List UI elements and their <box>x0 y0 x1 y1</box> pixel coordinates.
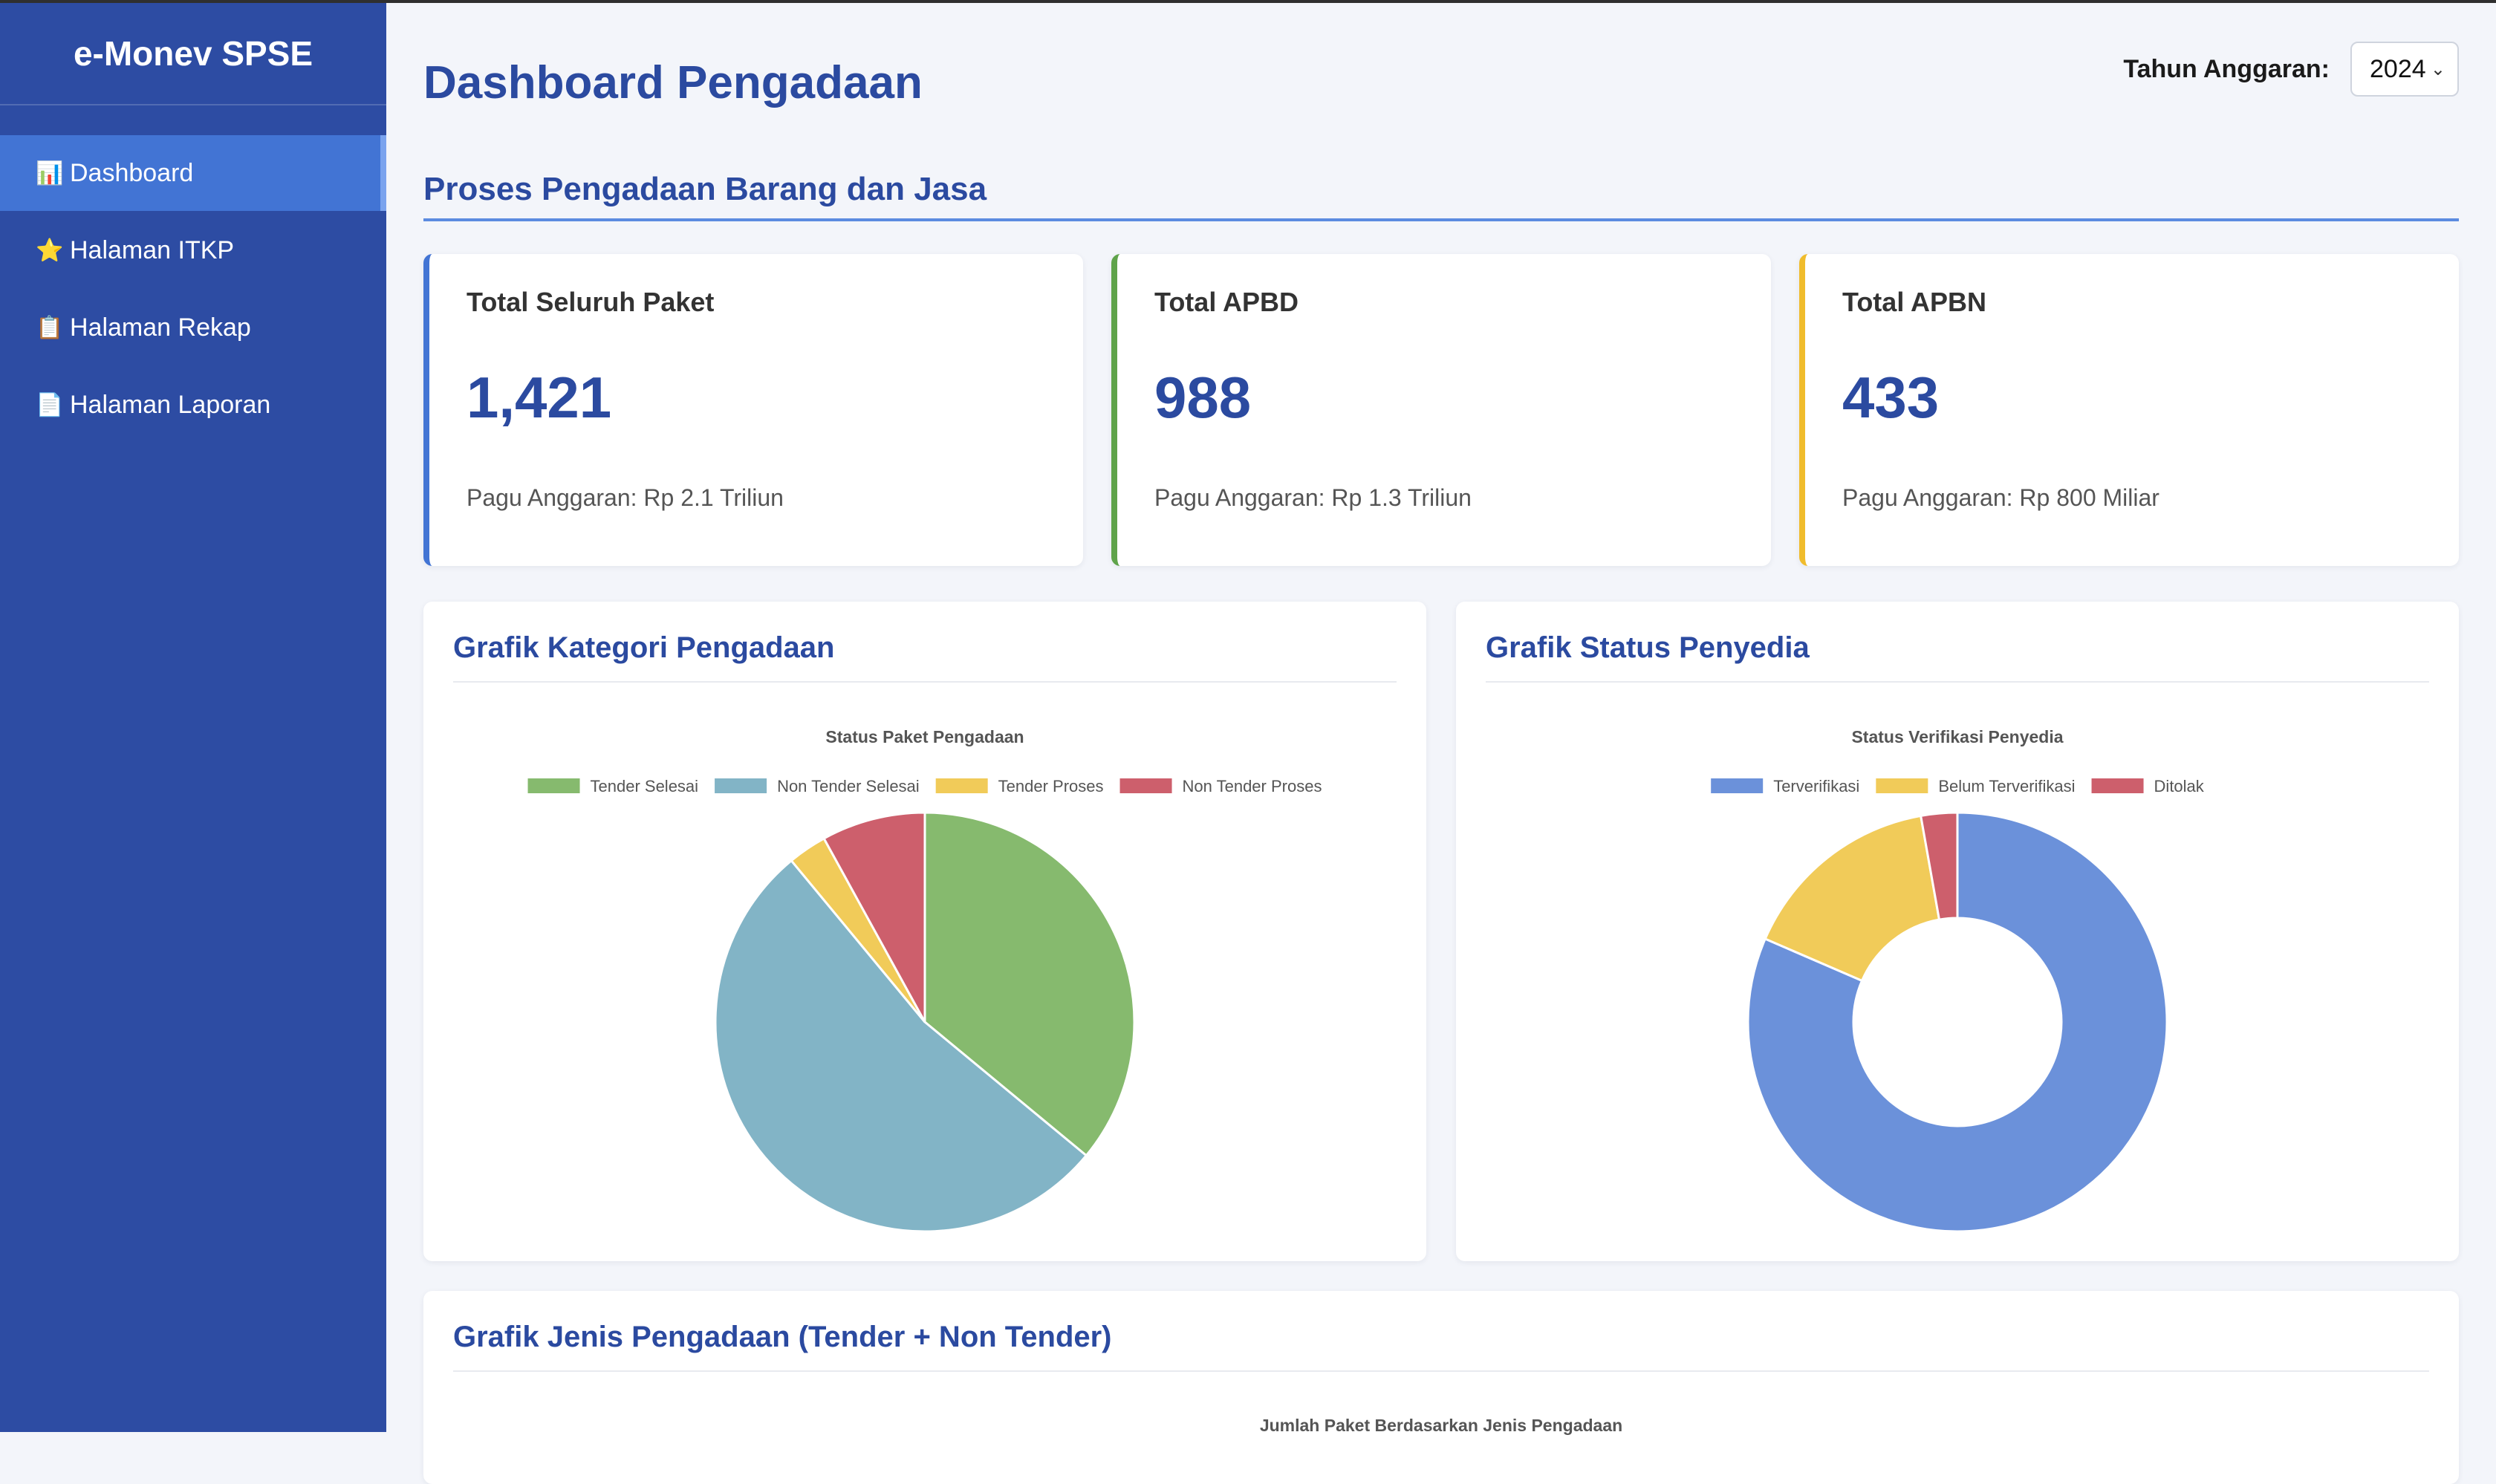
clipboard-icon: 📋 <box>36 315 64 340</box>
year-label: Tahun Anggaran: <box>2123 54 2330 83</box>
stat-title: Total Seluruh Paket <box>467 287 715 317</box>
chart-card-status-penyedia: Grafik Status Penyedia Status Verifikasi… <box>1456 602 2459 1261</box>
year-select[interactable]: 2024 ⌄ <box>2350 42 2459 97</box>
sidebar-item-label: Dashboard <box>70 158 194 187</box>
stat-value: 1,421 <box>467 365 612 430</box>
stat-title: Total APBD <box>1154 287 1299 317</box>
legend-swatch-non-tender-selesai[interactable] <box>715 778 767 793</box>
pie-chart: Status Paket Pengadaan Tender Selesai Non … <box>527 727 1322 1233</box>
legend-swatch-belum-terverifikasi[interactable] <box>1876 778 1928 793</box>
legend-label-belum-terverifikasi[interactable]: Belum Terverifikasi <box>1938 777 2075 795</box>
sidebar-nav: 📊 Dashboard ⭐ Halaman ITKP 📋 Halaman Rek… <box>0 135 386 443</box>
sidebar-item-rekap[interactable]: 📋 Halaman Rekap <box>0 290 386 365</box>
legend-label-non-tender-proses[interactable]: Non Tender Proses <box>1183 777 1322 795</box>
legend-label-terverifikasi[interactable]: Terverifikasi <box>1773 777 1859 795</box>
stat-card-total-apbd: Total APBD 988 Pagu Anggaran: Rp 1.3 Tri… <box>1111 254 1771 566</box>
sidebar-item-label: Halaman ITKP <box>70 235 235 264</box>
sidebar: e-Monev SPSE 📊 Dashboard ⭐ Halaman ITKP … <box>0 3 386 1432</box>
legend-swatch-non-tender-proses[interactable] <box>1119 778 1172 793</box>
bar-chart-icon: 📊 <box>36 160 64 186</box>
star-icon: ⭐ <box>36 238 64 263</box>
stat-title: Total APBN <box>1842 287 1986 317</box>
legend-label-non-tender-selesai[interactable]: Non Tender Selesai <box>777 777 920 795</box>
stat-card-total-paket: Total Seluruh Paket 1,421 Pagu Anggaran:… <box>423 254 1083 566</box>
year-filter: Tahun Anggaran: 2024 ⌄ <box>2123 42 2459 97</box>
sidebar-item-laporan[interactable]: 📄 Halaman Laporan <box>0 367 386 443</box>
sidebar-item-itkp[interactable]: ⭐ Halaman ITKP <box>0 212 386 288</box>
legend-swatch-tender-selesai[interactable] <box>527 778 580 793</box>
year-value: 2024 <box>2370 54 2426 83</box>
page-title: Dashboard Pengadaan <box>423 57 923 108</box>
sidebar-item-label: Halaman Rekap <box>70 313 251 342</box>
chart-title: Jumlah Paket Berdasarkan Jenis Pengadaan <box>1259 1416 1623 1435</box>
card-title: Grafik Jenis Pengadaan (Tender + Non Ten… <box>453 1321 2429 1372</box>
stat-subtitle: Pagu Anggaran: Rp 1.3 Triliun <box>1154 484 1472 511</box>
legend-swatch-ditolak[interactable] <box>2091 778 2144 793</box>
doughnut-chart: Status Verifikasi Penyedia Terverifikasi B… <box>1711 727 2205 1233</box>
section-title: Proses Pengadaan Barang dan Jasa <box>423 171 2459 221</box>
legend-label-ditolak[interactable]: Ditolak <box>2154 777 2205 795</box>
chart-title: Status Verifikasi Penyedia <box>1851 727 2063 746</box>
stat-subtitle: Pagu Anggaran: Rp 2.1 Triliun <box>467 484 784 511</box>
legend-label-tender-selesai[interactable]: Tender Selesai <box>591 777 699 795</box>
chevron-down-icon: ⌄ <box>2430 59 2445 79</box>
stat-value: 988 <box>1154 365 1252 430</box>
main-content: Dashboard Pengadaan Tahun Anggaran: 2024… <box>386 3 2496 1484</box>
chart-title: Status Paket Pengadaan <box>825 727 1024 746</box>
stat-subtitle: Pagu Anggaran: Rp 800 Miliar <box>1842 484 2159 511</box>
legend-label-tender-proses[interactable]: Tender Proses <box>998 777 1104 795</box>
chart-card-kategori: Grafik Kategori Pengadaan Status Paket P… <box>423 602 1426 1261</box>
chart-card-jenis-pengadaan: Grafik Jenis Pengadaan (Tender + Non Ten… <box>423 1291 2459 1484</box>
stat-card-total-apbn: Total APBN 433 Pagu Anggaran: Rp 800 Mil… <box>1799 254 2459 566</box>
brand-title: e-Monev SPSE <box>0 3 386 105</box>
legend-swatch-tender-proses[interactable] <box>935 778 988 793</box>
legend-swatch-terverifikasi[interactable] <box>1711 778 1764 793</box>
document-icon: 📄 <box>36 392 64 417</box>
stat-value: 433 <box>1842 365 1940 430</box>
sidebar-item-label: Halaman Laporan <box>70 390 271 419</box>
sidebar-item-dashboard[interactable]: 📊 Dashboard <box>0 135 386 211</box>
